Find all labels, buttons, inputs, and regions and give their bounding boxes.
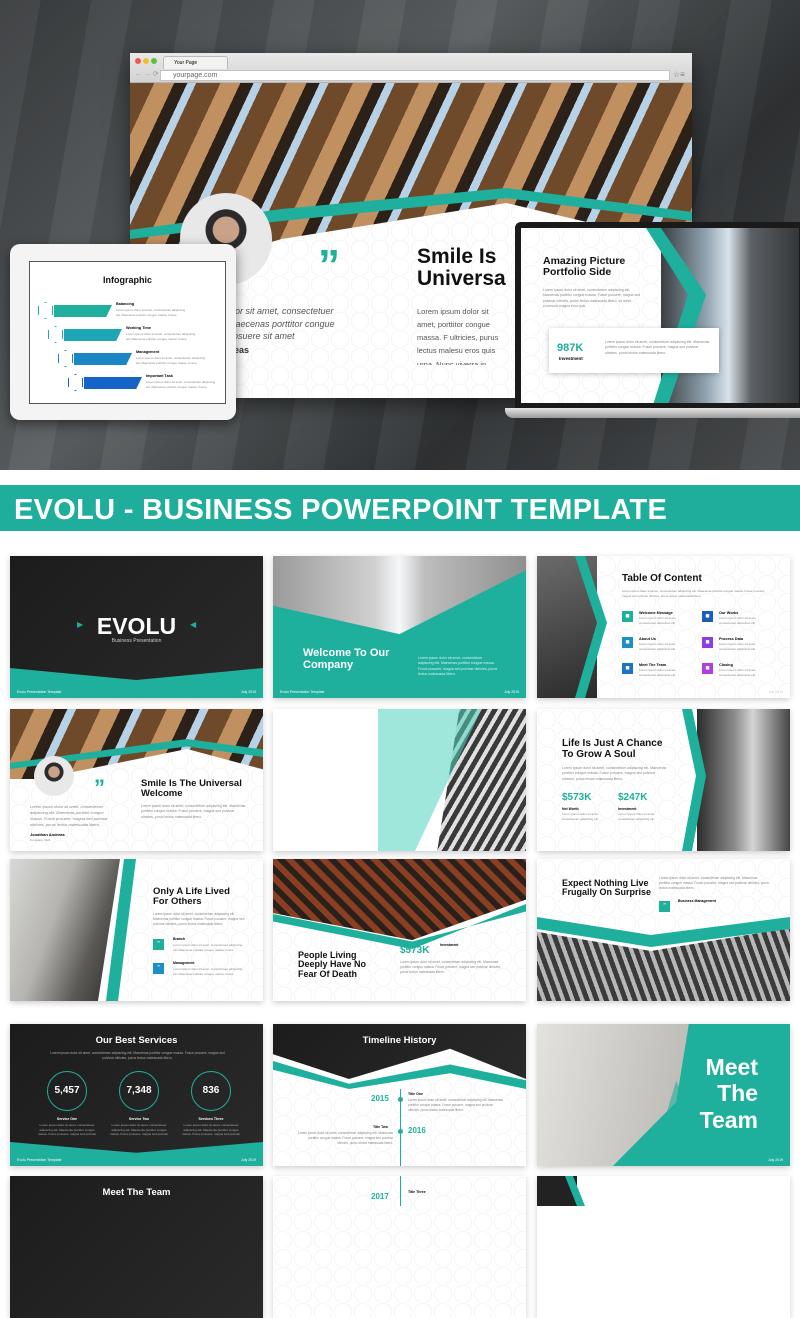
- slide-smile[interactable]: ” Smile Is The Universal Welcome Lorem i…: [10, 709, 263, 851]
- arrow-left-icon: ◀: [190, 620, 197, 629]
- laptop-mockup: Amazing Picture Portfolio Side Lorem ips…: [505, 212, 800, 420]
- toc-item-icon: ■: [622, 663, 633, 674]
- toc-item[interactable]: About Us: [639, 637, 656, 641]
- slide-partial[interactable]: [537, 1176, 790, 1318]
- arrow-right-icon: ▶: [77, 620, 84, 629]
- address-bar[interactable]: yourpage.com: [160, 70, 670, 81]
- laptop-screen: Amazing Picture Portfolio Side Lorem ips…: [515, 222, 800, 409]
- slide-life[interactable]: Life Is Just A Chance To Grow A Soul Lor…: [537, 709, 790, 851]
- slide-welcome[interactable]: Welcome To Our Company Lorem ipsum dolor…: [273, 556, 526, 698]
- quote-icon: ”: [94, 775, 105, 800]
- star-menu-icon[interactable]: ☆≡: [673, 70, 685, 79]
- slide-timeline-2[interactable]: 2017 Title Three: [273, 1176, 526, 1318]
- service-counter: 836: [191, 1071, 231, 1111]
- hexagon-icon: [58, 350, 73, 367]
- slide-only-a-life[interactable]: Only A Life Lived For Others Lorem ipsum…: [10, 859, 263, 1001]
- slide-table-of-content[interactable]: Table Of Content Lorem ipsum dolor sit a…: [537, 556, 790, 698]
- slide-meet-the-team[interactable]: Meet The Team July 2019: [537, 1024, 790, 1166]
- infographic-bar: [74, 353, 132, 365]
- slide-expect-nothing[interactable]: Expect Nothing Live Frugally On Surprise…: [537, 859, 790, 1001]
- hero-background: Your Page ← → ⟳ yourpage.com ☆≡ ” olor s…: [0, 0, 800, 470]
- close-dot-icon[interactable]: [135, 58, 141, 64]
- stat-card: 987K Investment Lorem ipsum dolor sit am…: [549, 328, 719, 373]
- avatar: [34, 756, 74, 796]
- toc-item[interactable]: Welcome Message: [639, 611, 673, 615]
- toc-item[interactable]: Meet The Team: [639, 663, 666, 667]
- slide-services[interactable]: Our Best Services Lorem ipsum dolor sit …: [10, 1024, 263, 1166]
- infographic-bar: [84, 377, 142, 389]
- infographic-bar: [54, 305, 112, 317]
- hexagon-icon: [48, 326, 63, 343]
- infographic-bar: [64, 329, 122, 341]
- slide-meet-the-team-2[interactable]: Meet The Team: [10, 1176, 263, 1318]
- toc-item-icon: ■: [702, 611, 713, 622]
- quote-icon: ”: [659, 901, 670, 912]
- hexagon-icon: [68, 374, 83, 391]
- slide-cover[interactable]: EVOLU ▶ ◀ Business Presentation Evolu Pr…: [10, 556, 263, 698]
- toc-item-icon: ■: [702, 663, 713, 674]
- service-counter: 7,348: [119, 1071, 159, 1111]
- toc-item-icon: ■: [702, 637, 713, 648]
- item-icon: ”: [153, 963, 164, 974]
- item-icon: ”: [153, 939, 164, 950]
- tablet-mockup: Infographic Balancing Lorem ipsum dolor …: [10, 244, 236, 420]
- minimize-dot-icon[interactable]: [143, 58, 149, 64]
- title-banner: EVOLU - BUSINESS POWERPOINT TEMPLATE: [0, 485, 800, 531]
- tablet-screen: Infographic Balancing Lorem ipsum dolor …: [29, 261, 226, 404]
- hexagon-icon: [38, 302, 53, 319]
- quote-icon: ”: [318, 241, 340, 290]
- toc-item-icon: ■: [622, 637, 633, 648]
- toc-item-icon: ■: [622, 611, 633, 622]
- maximize-dot-icon[interactable]: [151, 58, 157, 64]
- browser-tab[interactable]: Your Page: [163, 56, 228, 69]
- browser-toolbar: Your Page ← → ⟳ yourpage.com ☆≡: [130, 53, 692, 83]
- nav-arrows-icon[interactable]: ← → ⟳: [135, 70, 159, 78]
- slide-about-us[interactable]: About Us Evolu Presentation Template: [273, 709, 526, 851]
- laptop-base: [505, 408, 800, 418]
- slide-people-living[interactable]: People Living Deeply Have No Fear Of Dea…: [273, 859, 526, 1001]
- toc-item[interactable]: Process Data: [719, 637, 743, 641]
- slide-timeline[interactable]: Timeline History 2015 Title One Lorem ip…: [273, 1024, 526, 1166]
- service-counter: 5,457: [47, 1071, 87, 1111]
- toc-item[interactable]: Closing: [719, 663, 733, 667]
- toc-item[interactable]: Our Works: [719, 611, 738, 615]
